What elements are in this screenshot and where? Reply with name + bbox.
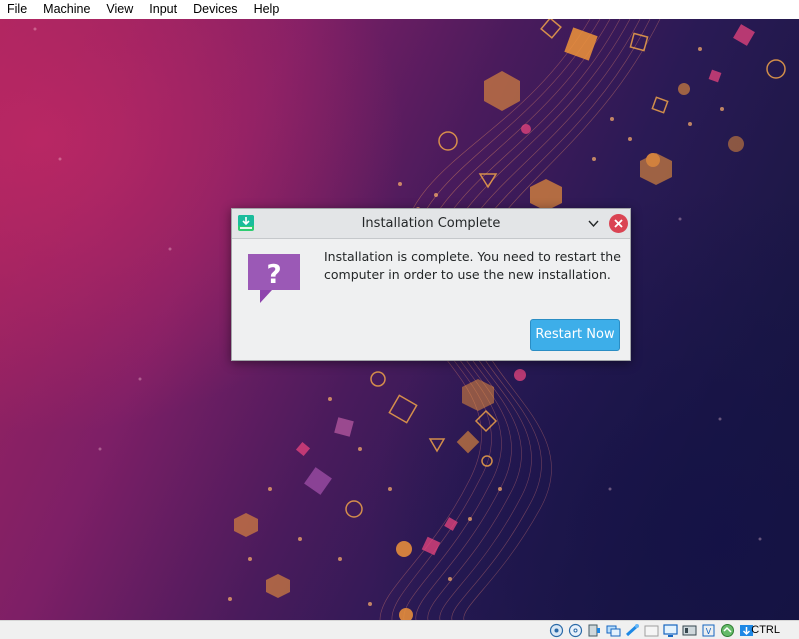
recording-icon[interactable] <box>681 623 698 638</box>
menu-devices[interactable]: Devices <box>185 0 245 19</box>
audio-icon[interactable] <box>586 623 603 638</box>
dialog-title: Installation Complete <box>361 216 501 231</box>
menu-help[interactable]: Help <box>246 0 288 19</box>
svg-text:?: ? <box>266 260 281 290</box>
status-icons: V <box>548 623 755 638</box>
dialog-titlebar[interactable]: Installation Complete <box>232 209 630 239</box>
close-button[interactable] <box>609 214 628 233</box>
cpu-icon[interactable]: V <box>700 623 717 638</box>
svg-text:V: V <box>706 627 712 636</box>
menu-file[interactable]: File <box>0 0 35 19</box>
question-bubble-icon: ? <box>248 254 300 303</box>
hard-disk-icon[interactable] <box>548 623 565 638</box>
menu-input[interactable]: Input <box>141 0 185 19</box>
restart-now-button[interactable]: Restart Now <box>530 319 620 351</box>
menu-machine[interactable]: Machine <box>35 0 98 19</box>
network-icon[interactable] <box>605 623 622 638</box>
installation-complete-dialog: Installation Complete ? Installation is … <box>231 208 631 361</box>
display-icon[interactable] <box>662 623 679 638</box>
mouse-integration-icon[interactable] <box>719 623 736 638</box>
close-icon <box>614 219 623 228</box>
chevron-down-icon[interactable] <box>586 216 601 231</box>
vm-status-bar: V CTRL <box>0 620 799 639</box>
usb-icon[interactable] <box>624 623 641 638</box>
menu-view[interactable]: View <box>98 0 141 19</box>
optical-drive-icon[interactable] <box>567 623 584 638</box>
menu-bar: File Machine View Input Devices Help <box>0 0 799 19</box>
shared-folders-icon[interactable] <box>643 623 660 638</box>
dialog-message: Installation is complete. You need to re… <box>324 249 621 282</box>
host-key-label: CTRL <box>751 624 780 636</box>
